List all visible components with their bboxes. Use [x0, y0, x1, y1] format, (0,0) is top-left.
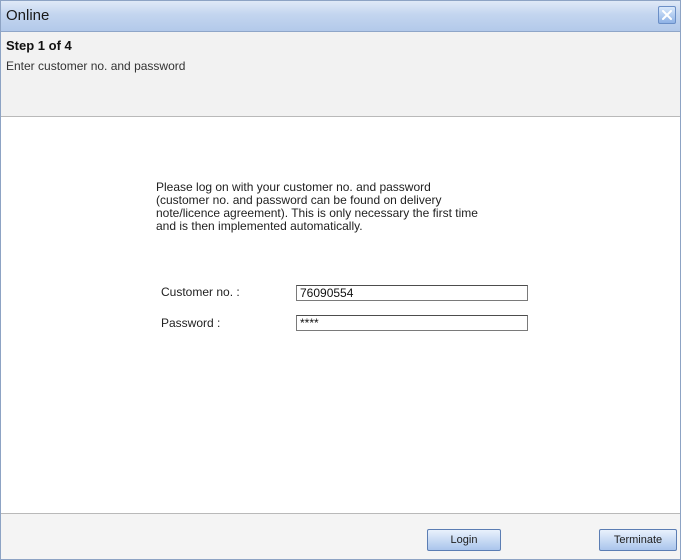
- window-title: Online: [6, 7, 50, 24]
- login-button[interactable]: Login: [427, 529, 501, 551]
- customer-no-label: Customer no. :: [161, 285, 240, 299]
- customer-no-input[interactable]: [296, 285, 528, 301]
- close-icon: [662, 10, 672, 20]
- terminate-button[interactable]: Terminate: [599, 529, 677, 551]
- button-bar: Login Terminate: [1, 514, 680, 559]
- wizard-header: Step 1 of 4 Enter customer no. and passw…: [1, 32, 680, 117]
- close-button[interactable]: [658, 6, 676, 24]
- step-description: Enter customer no. and password: [6, 59, 186, 73]
- instruction-line: and is then implemented automatically.: [156, 219, 363, 233]
- title-bar[interactable]: Online: [1, 1, 680, 32]
- password-input[interactable]: [296, 315, 528, 331]
- step-indicator: Step 1 of 4: [6, 38, 72, 53]
- online-dialog: Online Step 1 of 4 Enter customer no. an…: [0, 0, 681, 560]
- login-panel: Please log on with your customer no. and…: [1, 117, 680, 514]
- instruction-text: Please log on with your customer no. and…: [156, 181, 556, 233]
- password-label: Password :: [161, 316, 221, 330]
